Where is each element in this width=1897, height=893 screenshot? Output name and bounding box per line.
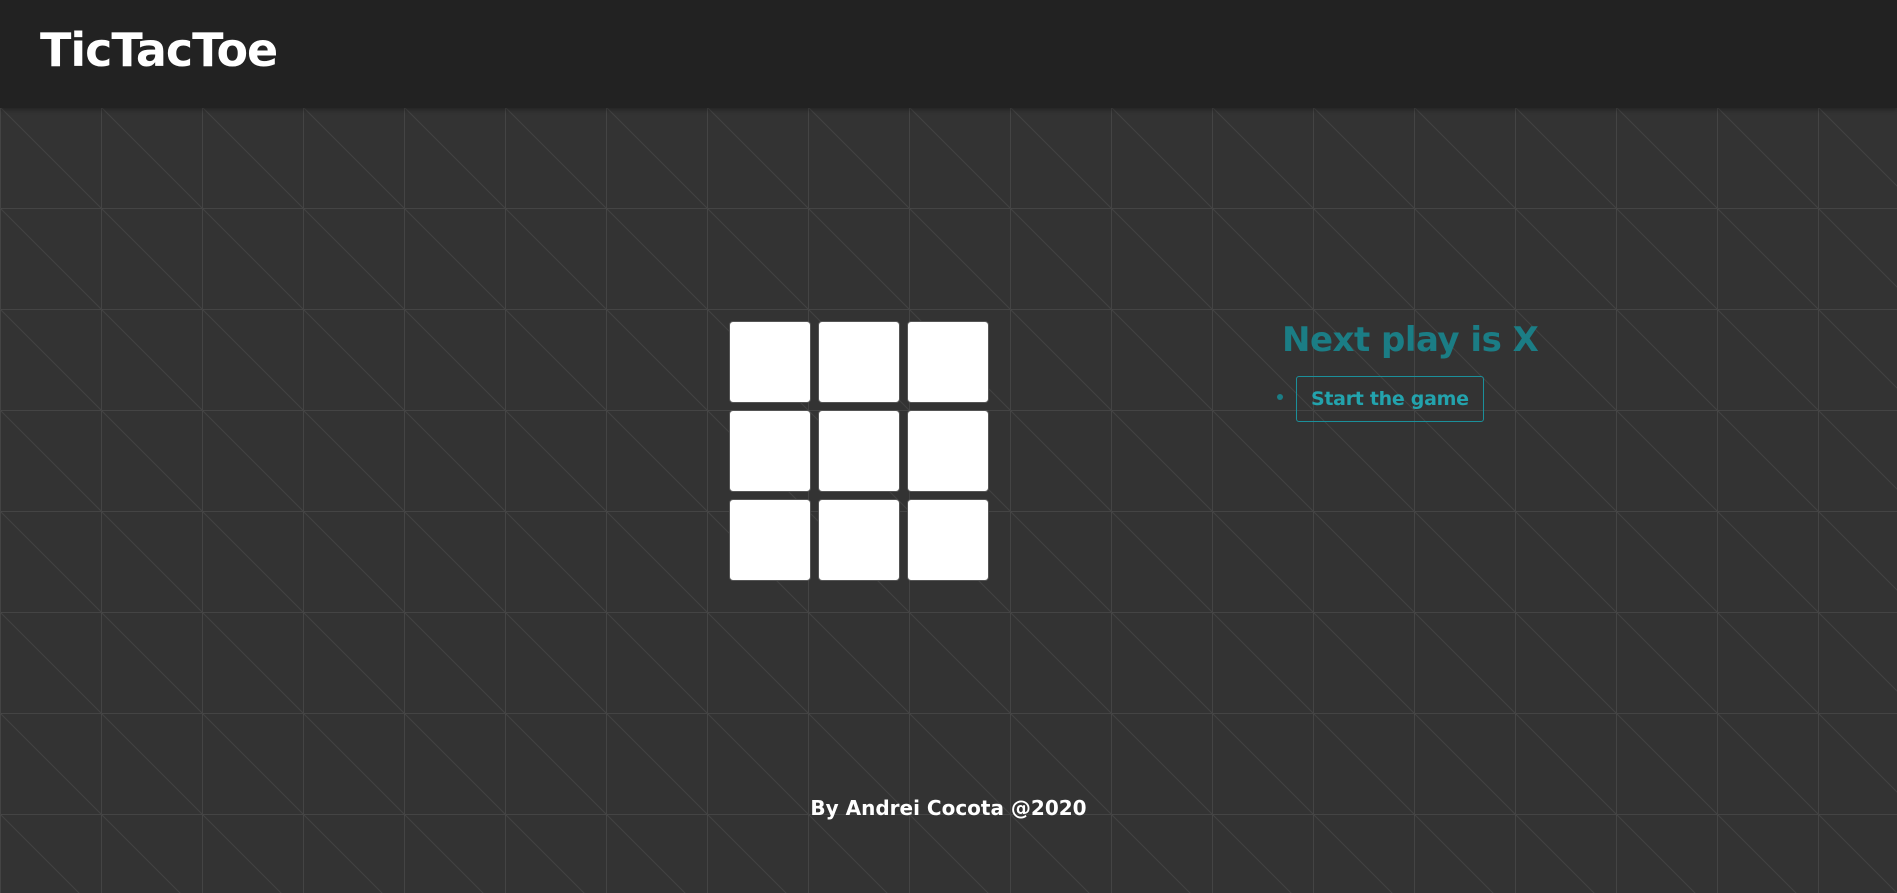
app-header: TicTacToe [0, 0, 1897, 108]
board-square-8[interactable] [818, 499, 900, 581]
board-square-4[interactable] [729, 410, 811, 492]
footer-credit: By Andrei Cocota @2020 [810, 796, 1087, 820]
board-square-6[interactable] [907, 410, 989, 492]
start-game-button[interactable]: Start the game [1296, 376, 1484, 422]
board-square-7[interactable] [729, 499, 811, 581]
board-square-1[interactable] [729, 321, 811, 403]
board-square-2[interactable] [818, 321, 900, 403]
game-board [729, 321, 991, 583]
game-info-panel: Next play is X Start the game [1277, 312, 1539, 422]
board-square-3[interactable] [907, 321, 989, 403]
next-player-status: Next play is X [1282, 320, 1539, 360]
list-bullet-icon [1277, 394, 1283, 400]
move-history-list: Start the game [1277, 376, 1538, 422]
board-square-5[interactable] [818, 410, 900, 492]
app-logo-title: TicTacToe [40, 23, 278, 77]
board-square-9[interactable] [907, 499, 989, 581]
move-history-item: Start the game [1277, 376, 1538, 422]
